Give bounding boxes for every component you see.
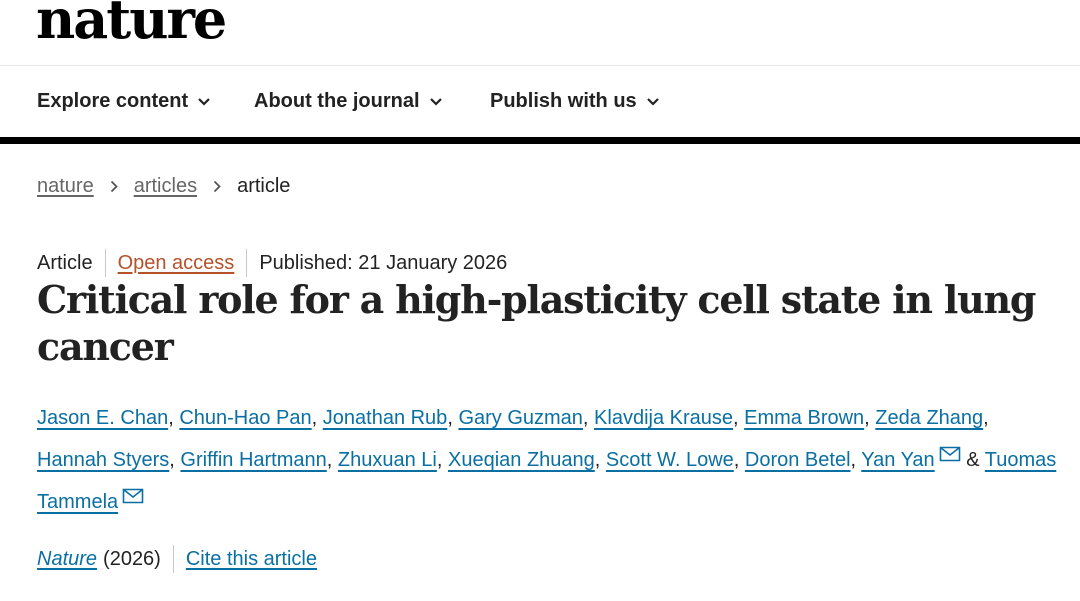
mail-icon[interactable] bbox=[122, 488, 144, 504]
author-link[interactable]: Emma Brown bbox=[744, 407, 864, 429]
breadcrumb-articles[interactable]: articles bbox=[134, 175, 197, 198]
open-access-link[interactable]: Open access bbox=[118, 252, 235, 275]
nav-explore-content[interactable]: Explore content bbox=[37, 90, 210, 113]
author-link[interactable]: Jason E. Chan bbox=[37, 407, 168, 429]
author-separator: , bbox=[169, 449, 175, 471]
author-link[interactable]: Zeda Zhang bbox=[875, 407, 983, 429]
main-nav: Explore content About the journal Publis… bbox=[0, 66, 1080, 137]
breadcrumb-current: article bbox=[237, 175, 291, 197]
site-header: nature bbox=[0, 0, 1080, 66]
meta-divider bbox=[104, 249, 106, 277]
author-link[interactable]: Gary Guzman bbox=[458, 407, 582, 429]
chevron-down-icon bbox=[198, 97, 210, 106]
author-link[interactable]: Hannah Styers bbox=[37, 449, 169, 471]
author-separator: , bbox=[733, 407, 739, 429]
cite-this-article-link[interactable]: Cite this article bbox=[186, 548, 317, 571]
author-separator: , bbox=[582, 407, 589, 429]
chevron-down-icon bbox=[646, 97, 659, 106]
journal-link[interactable]: Nature bbox=[37, 548, 97, 571]
author-list: Jason E. Chan, Chun-Hao Pan, Jonathan Ru… bbox=[37, 397, 1057, 523]
citation-divider bbox=[172, 545, 174, 573]
author-separator: , bbox=[864, 407, 870, 429]
author-link[interactable]: Xueqian Zhuang bbox=[448, 449, 595, 471]
author-separator: , bbox=[447, 407, 453, 429]
author-separator: , bbox=[983, 407, 989, 429]
author-link[interactable]: Griffin Hartmann bbox=[180, 449, 326, 471]
author-separator: , bbox=[594, 449, 601, 471]
author-separator: , bbox=[436, 449, 443, 471]
author-link[interactable]: Zhuxuan Li bbox=[338, 449, 437, 471]
author-conjunction: & bbox=[966, 449, 980, 471]
nature-logo[interactable]: nature bbox=[36, 0, 227, 46]
chevron-right-icon bbox=[110, 180, 118, 193]
chevron-down-icon bbox=[429, 97, 442, 106]
citation-line: Nature (2026) Cite this article bbox=[37, 545, 317, 573]
author-link[interactable]: Yan Yan bbox=[861, 449, 934, 471]
author-separator: , bbox=[326, 449, 333, 471]
author-link[interactable]: Scott W. Lowe bbox=[606, 449, 734, 471]
published-date: Published: 21 January 2026 bbox=[259, 251, 508, 274]
nav-publish-with-us[interactable]: Publish with us bbox=[490, 90, 659, 113]
article-type: Article bbox=[37, 251, 93, 274]
nav-explore-content-label: Explore content bbox=[37, 90, 189, 112]
chevron-right-icon bbox=[213, 180, 221, 193]
author-separator: , bbox=[311, 407, 318, 429]
article-meta: Article Open access Published: 21 Januar… bbox=[37, 249, 507, 277]
nav-publish-with-us-label: Publish with us bbox=[490, 90, 637, 112]
author-link[interactable]: Chun-Hao Pan bbox=[179, 407, 311, 429]
author-link[interactable]: Jonathan Rub bbox=[323, 407, 448, 429]
meta-divider bbox=[246, 249, 248, 277]
author-separator: , bbox=[733, 449, 740, 471]
author-separator: , bbox=[168, 407, 174, 429]
nav-divider bbox=[0, 137, 1080, 144]
nav-about-the-journal-label: About the journal bbox=[254, 90, 420, 112]
breadcrumb-nature[interactable]: nature bbox=[37, 175, 94, 198]
author-link[interactable]: Doron Betel bbox=[745, 449, 851, 471]
article-title: Critical role for a high-plasticity cell… bbox=[37, 277, 1036, 369]
mail-icon[interactable] bbox=[939, 446, 961, 462]
publication-year: (2026) bbox=[103, 547, 161, 570]
nav-about-the-journal[interactable]: About the journal bbox=[254, 90, 442, 113]
author-link[interactable]: Klavdija Krause bbox=[594, 407, 733, 429]
author-separator: , bbox=[850, 449, 857, 471]
breadcrumb: nature articles article bbox=[37, 175, 290, 198]
